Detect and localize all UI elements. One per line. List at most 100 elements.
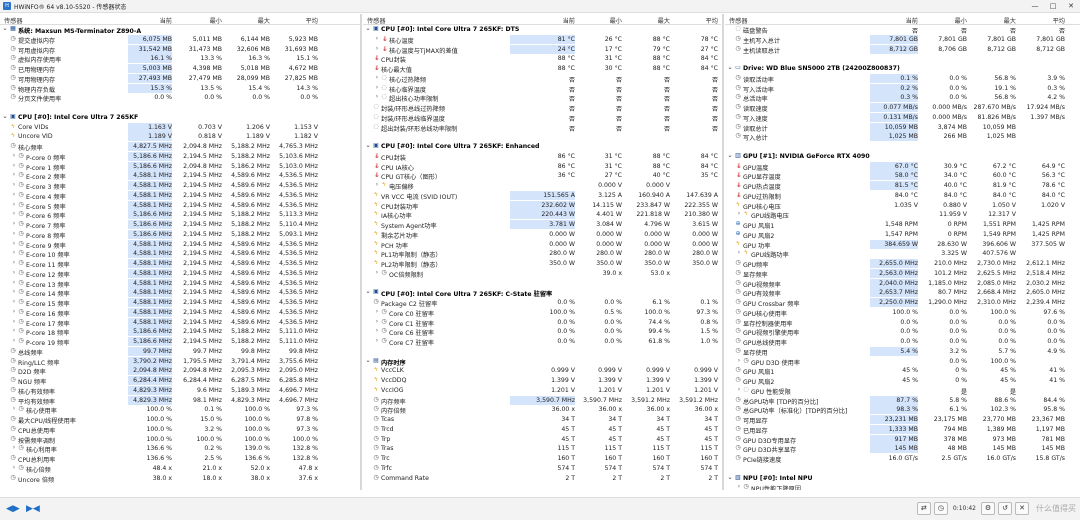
sensor-row[interactable]: ◷ Ring/LLC 频率 3,790.2 MHz 1,795.5 MHz 3,791.… xyxy=(0,356,360,367)
sensor-row[interactable]: ϟ PL1功率限制（静态） 280.0 W 280.0 W 280.0 W 280.0 W xyxy=(363,249,721,259)
sensor-row[interactable]: ◷ 最大CPU/线程使用率 100.0 % 15.0 % 100.0 % 97.8 % xyxy=(0,415,360,425)
sensor-row[interactable]: ◷ 可用显存 23,231 MB 23,175 MB 23,770 MB 23,367 M… xyxy=(725,415,1080,425)
sensor-row[interactable]: ◷ › Core C6 驻留率 0.0 % 0.0 % 99.4 % 1.5 % xyxy=(363,327,721,337)
sensor-row[interactable]: ◷ › E-core 14 频率 4,588.1 MHz 2,194.5 MHz 4,58… xyxy=(0,288,360,298)
header-avg[interactable]: 平均 xyxy=(676,16,718,25)
sensor-row[interactable]: ◷ › P-core 8 频率 5,186.6 MHz 2,194.5 MHz 5,188… xyxy=(0,229,360,240)
header-sensor[interactable]: 传感器 xyxy=(4,16,23,25)
sensor-row[interactable]: ◌ › 核心临界温度 否 否 否 否 xyxy=(363,84,721,94)
sensor-row[interactable]: ◷ 读取活动率 0.1 % 0.0 % 56.8 % 3.9 % xyxy=(725,73,1080,84)
sensor-row[interactable]: ◌ 封装/环形总线过热降频 否 否 否 否 xyxy=(363,103,721,113)
sensor-row[interactable]: ◷ › 核心利用率 136.6 % 0.2 % 139.0 % 132.8 % xyxy=(0,444,360,454)
expand-icon[interactable]: › xyxy=(374,46,380,52)
sensor-row[interactable]: 🌡 CPU GT核心（图形） 36 °C 27 °C 40 °C 35 °C xyxy=(363,171,721,181)
header-min[interactable]: 最小 xyxy=(178,16,222,25)
sensor-row[interactable]: ◷ 显存频率 2,563.0 MHz 101.2 MHz 2,625.5 MHz 2,51… xyxy=(725,268,1080,279)
sensor-row[interactable]: ϟ › 电压偏移 0.000 V 0.000 V xyxy=(363,181,721,191)
header-min[interactable]: 最小 xyxy=(924,16,967,25)
sensor-row[interactable]: ◷ 平均有效频率 4,829.3 MHz 98.1 MHz 4,829.3 MHz 4,6… xyxy=(0,395,360,406)
expand-icon[interactable]: › xyxy=(11,465,17,471)
expand-icon[interactable]: › xyxy=(11,319,17,325)
expand-icon[interactable]: › xyxy=(374,94,380,100)
expand-icon[interactable]: › xyxy=(11,231,17,237)
sensor-row[interactable]: ◷ › OC倍频限制 39.0 x 53.0 x xyxy=(363,269,721,279)
sensor-row[interactable]: ◷ 总线频率 99.7 MHz 99.7 MHz 99.8 MHz 99.8 MHz xyxy=(0,346,360,357)
minimize-button[interactable]: — xyxy=(1026,0,1044,13)
sensor-row[interactable]: ◷ Trcd 45 T 45 T 45 T 45 T xyxy=(363,425,721,435)
header-max[interactable]: 最大 xyxy=(628,16,670,25)
expand-icon[interactable]: › xyxy=(11,338,17,344)
sensor-row[interactable]: ◷ › P-core 6 频率 5,186.6 MHz 2,194.5 MHz 5,188… xyxy=(0,210,360,220)
sensor-row[interactable]: ϟ VccDDQ 1.399 V 1.399 V 1.399 V 1.399 V xyxy=(363,376,721,386)
sensor-row[interactable]: ◌ › 超出核心功率限制 否 否 否 否 xyxy=(363,93,721,103)
expand-icon[interactable]: › xyxy=(374,85,380,91)
sensor-row[interactable]: ◷ 读取速度 0.077 MB/s 0.000 MB/s 287.670 MB/s 17.… xyxy=(725,103,1080,113)
header-sensor[interactable]: 传感器 xyxy=(367,16,386,25)
expand-icon[interactable]: › xyxy=(11,221,17,227)
sensor-row[interactable]: ◷ Command Rate 2 T 2 T 2 T 2 T xyxy=(363,474,721,484)
sensor-row[interactable]: 🌡 CPU封装 86 °C 31 °C 88 °C 84 °C xyxy=(363,152,721,162)
sensor-row[interactable]: ϟ PL2功率限制（静态） 350.0 W 350.0 W 350.0 W 350.0 W xyxy=(363,259,721,269)
sensor-row[interactable]: ◷ › E-core 2 频率 4,588.1 MHz 2,194.5 MHz 4,589… xyxy=(0,171,360,181)
header-avg[interactable]: 平均 xyxy=(1022,16,1065,25)
arrow-right-icon[interactable]: ▶◀ xyxy=(26,505,40,514)
sensor-row[interactable]: ◷ Tcas 34 T 34 T 34 T 34 T xyxy=(363,415,721,425)
expand-icon[interactable]: › xyxy=(736,387,742,393)
expand-icon[interactable]: ⌄ xyxy=(2,114,8,120)
sensor-row[interactable]: ◷ › E-core 13 频率 4,588.1 MHz 2,194.5 MHz 4,58… xyxy=(0,278,360,289)
expand-icon[interactable]: › xyxy=(374,338,380,344)
sensor-row[interactable]: ◷ 显存控制器使用率 0.0 % 0.0 % 0.0 % 0.0 % xyxy=(725,318,1080,328)
sensor-row[interactable]: ◷ 提交虚拟内存 6,075 MB 5,011 MB 6,144 MB 5,923 MB xyxy=(0,34,360,45)
expand-icon[interactable]: ⌄ xyxy=(2,26,8,32)
sensor-row[interactable]: ◷ 已用显存 1,333 MB 794 MB 1,389 MB 1,197 MB xyxy=(725,424,1080,435)
sensor-row[interactable]: ◷ 物理内存负载 15.3 % 13.5 % 15.4 % 14.3 % xyxy=(0,83,360,94)
sensor-row[interactable]: ϟ IA核心功率 220.443 W 4.401 W 221.818 W 210.380 … xyxy=(363,210,721,220)
sensor-row[interactable]: ◷ 主机写入总计 7,801 GB 7,801 GB 7,801 GB 7,801 GB xyxy=(725,34,1080,45)
sensor-row[interactable]: ◷ GPU D3D专用显存 917 MB 378 MB 973 MB 781 MB xyxy=(725,434,1080,445)
expand-icon[interactable]: ⌄ xyxy=(365,289,371,295)
sensor-row[interactable]: ◷ 总活动率 0.3 % 0.0 % 56.8 % 4.2 % xyxy=(725,93,1080,103)
sensor-row[interactable]: 🌡 CPU封装 88 °C 31 °C 88 °C 84 °C xyxy=(363,54,721,64)
sensor-row[interactable]: ◷ › E-core 10 频率 4,588.1 MHz 2,194.5 MHz 4,58… xyxy=(0,249,360,259)
expand-icon[interactable]: › xyxy=(736,211,742,217)
expand-icon[interactable]: ⌄ xyxy=(727,475,733,481)
sensor-row[interactable]: 🌡 GPU热点温度 81.5 °C 40.0 °C 81.9 °C 78.6 °C xyxy=(725,181,1080,191)
reset-icon[interactable]: ↺ xyxy=(998,502,1012,515)
sensor-row[interactable]: ◷ › E-core 5 频率 4,588.1 MHz 2,194.5 MHz 4,589… xyxy=(0,200,360,211)
sensor-row[interactable]: ◷ › Core C7 驻留率 0.0 % 0.0 % 61.8 % 1.0 % xyxy=(363,337,721,347)
sensor-row[interactable]: ◷ 显存使用 5.4 % 3.2 % 5.7 % 4.9 % xyxy=(725,346,1080,357)
sensor-row[interactable]: ◷ Trfc 574 T 574 T 574 T 574 T xyxy=(363,464,721,474)
sensor-row[interactable]: ◌ 封装/环形总线临界温度 否 否 否 否 xyxy=(363,113,721,123)
sensor-row[interactable]: ◷ › E-core 12 频率 4,588.1 MHz 2,194.5 MHz 4,58… xyxy=(0,268,360,279)
header-sensor[interactable]: 传感器 xyxy=(729,16,748,25)
sensor-row[interactable]: 🌡 GPU显存温度 58.0 °C 34.0 °C 60.0 °C 56.3 °C xyxy=(725,171,1080,181)
sensor-row[interactable]: ◷ › Core C0 驻留率 100.0 % 0.5 % 100.0 % 97.3 % xyxy=(363,308,721,318)
sensor-row[interactable]: ◷ 虚拟内存使用率 16.1 % 13.3 % 16.3 % 15.1 % xyxy=(0,54,360,64)
section-header[interactable]: ⌄ ▣ CPU [#0]: Intel Core Ultra 7 265KF xyxy=(0,113,360,123)
sensor-row[interactable]: ◷ GPU视频引擎使用率 0.0 % 0.0 % 0.0 % 0.0 % xyxy=(725,327,1080,337)
sensor-row[interactable]: ◷ › GPU D3D 使用率 0.0 % 100.0 % xyxy=(725,357,1080,367)
sensor-row[interactable]: ◷ GPU 风扇2 45 % 0 % 45 % 41 % xyxy=(725,376,1080,386)
sensor-row[interactable]: ◷ CPU总使用率 100.0 % 3.2 % 100.0 % 97.3 % xyxy=(0,425,360,435)
header-max[interactable]: 最大 xyxy=(228,16,270,25)
sensor-row[interactable]: 🌡 CPU IA核心 86 °C 31 °C 88 °C 84 °C xyxy=(363,162,721,172)
sensor-row[interactable]: ◷ Uncore 倍频 38.0 x 18.0 x 38.0 x 37.6 x xyxy=(0,474,360,484)
sensor-row[interactable]: ϟ Core VIDs 1.163 V 0.703 V 1.206 V 1.153 V xyxy=(0,122,360,133)
sensor-row[interactable]: ◷ GPU D3D共享显存 145 MB 48 MB 145 MB 145 MB xyxy=(725,444,1080,454)
sensor-row[interactable]: ◷ GPU核心使用率 100.0 % 0.0 % 100.0 % 97.6 % xyxy=(725,308,1080,318)
sensor-row[interactable]: ◷ › P-core 19 频率 5,186.6 MHz 2,194.5 MHz 5,18… xyxy=(0,337,360,347)
panel-divider[interactable] xyxy=(722,14,724,490)
expand-icon[interactable]: › xyxy=(736,358,742,364)
expand-icon[interactable]: ⌄ xyxy=(365,358,371,364)
sensor-row[interactable]: 🌡 GPU温度 67.0 °C 30.9 °C 67.2 °C 64.9 °C xyxy=(725,161,1080,172)
sensor-row[interactable]: ◷ › P-core 0 频率 5,186.6 MHz 2,194.5 MHz 5,188… xyxy=(0,151,360,162)
sensor-row[interactable]: ◷ 已用物理内存 5,003 MB 4,398 MB 5,018 MB 4,672 MB xyxy=(0,64,360,74)
sensor-row[interactable]: ◷ 核心有效频率 4,829.3 MHz 9.6 MHz 5,189.3 MHz 4,69… xyxy=(0,385,360,396)
sensor-row[interactable]: ◷ Trc 160 T 160 T 160 T 160 T xyxy=(363,454,721,464)
sensor-row[interactable]: ◷ 总GPU功率（标准化）[TDP的百分比] 98.3 % 6.1 % 102.3 % 9… xyxy=(725,405,1080,415)
sensor-row[interactable]: ϟ VccCLK 0.999 V 0.999 V 0.999 V 0.999 V xyxy=(363,366,721,376)
close-button[interactable]: ✕ xyxy=(1062,0,1080,13)
expand-icon[interactable]: › xyxy=(374,328,380,334)
sensor-row[interactable]: ϟ Uncore VID 1.189 V 0.818 V 1.189 V 1.182 V xyxy=(0,132,360,142)
sensor-row[interactable]: ◷ › E-core 15 频率 4,588.1 MHz 2,194.5 MHz 4,58… xyxy=(0,298,360,308)
